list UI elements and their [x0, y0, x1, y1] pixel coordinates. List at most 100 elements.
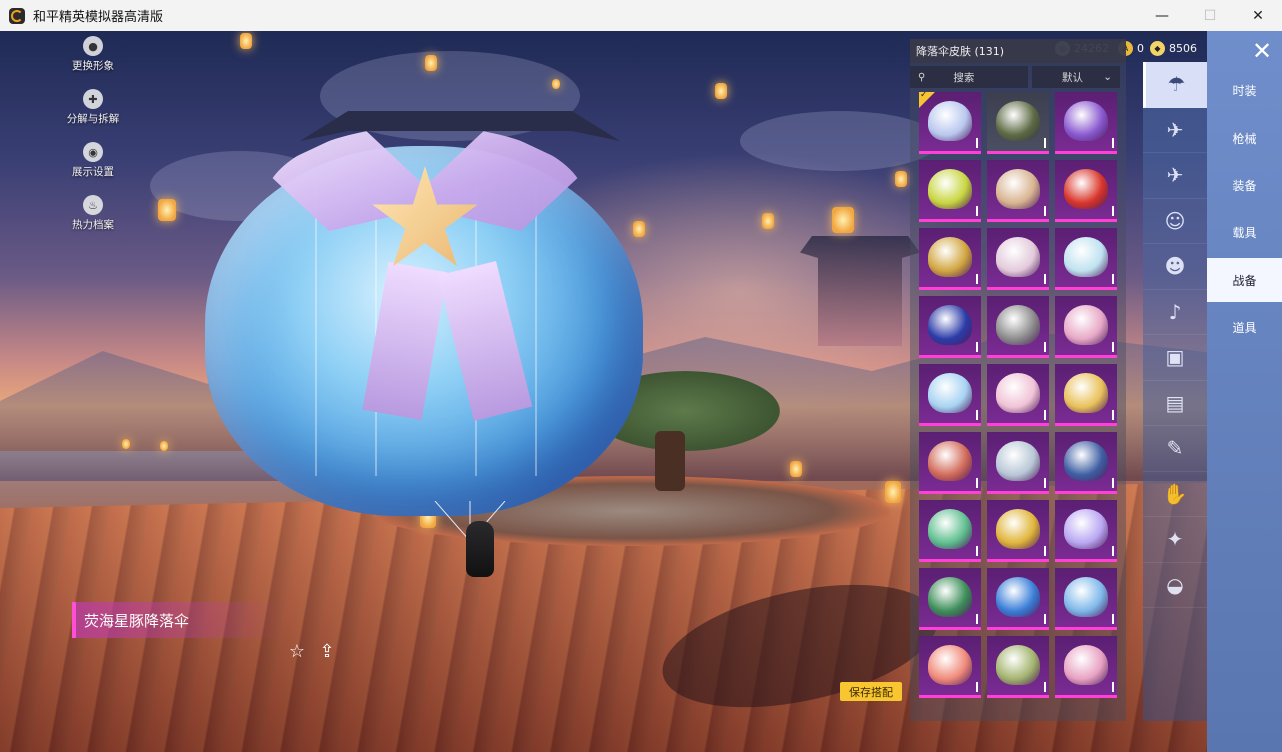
- skin-tile[interactable]: [1055, 568, 1117, 630]
- skin-tile[interactable]: [919, 432, 981, 494]
- skin-tile[interactable]: [987, 228, 1049, 290]
- search-input[interactable]: ⚲ 搜索: [910, 66, 1028, 88]
- close-icon[interactable]: ✕: [1247, 37, 1277, 65]
- tab-vehicles[interactable]: 载具: [1207, 210, 1282, 254]
- save-outfit-button[interactable]: 保存搭配: [840, 682, 902, 701]
- parachute-thumbnail: [1064, 645, 1108, 685]
- sky-lantern: [552, 79, 560, 89]
- skin-tile[interactable]: [987, 568, 1049, 630]
- picture-icon[interactable]: ▤: [1143, 381, 1207, 426]
- parachute-thumbnail: [996, 373, 1040, 413]
- skin-tile[interactable]: [1055, 92, 1117, 154]
- skin-tile[interactable]: [1055, 228, 1117, 290]
- window-controls: — ☐ ✕: [1138, 0, 1282, 31]
- skin-tile[interactable]: [919, 364, 981, 426]
- left-menu-label: 分解与拆解: [66, 113, 120, 125]
- tab-fashion[interactable]: 时装: [1207, 68, 1282, 112]
- parachute-thumbnail: [1064, 509, 1108, 549]
- minimize-button[interactable]: —: [1138, 0, 1186, 31]
- skin-tile[interactable]: [1055, 432, 1117, 494]
- eye-icon: ◉: [83, 142, 103, 162]
- maximize-button[interactable]: ☐: [1186, 0, 1234, 31]
- parachute-thumbnail: [996, 237, 1040, 277]
- tile-marker: [1044, 614, 1046, 624]
- parachute-thumbnail: [928, 305, 972, 345]
- spray-icon[interactable]: ✎: [1143, 426, 1207, 472]
- sky-lantern: [832, 207, 854, 233]
- skin-tile[interactable]: [987, 636, 1049, 698]
- currency-value: 8506: [1169, 42, 1197, 55]
- skin-tile[interactable]: [1055, 296, 1117, 358]
- skin-grid: [919, 92, 1119, 721]
- skin-tile[interactable]: [919, 228, 981, 290]
- parachute-icon[interactable]: ☂: [1143, 62, 1207, 108]
- plane-icon[interactable]: ✈: [1143, 153, 1207, 199]
- window-title: 和平精英模拟器高清版: [33, 10, 164, 25]
- parachute-thumbnail: [1064, 305, 1108, 345]
- skin-tile[interactable]: [987, 92, 1049, 154]
- hand-gesture-icon[interactable]: ✋: [1143, 472, 1207, 517]
- sky-lantern: [158, 199, 176, 221]
- skin-tile[interactable]: [919, 568, 981, 630]
- close-window-button[interactable]: ✕: [1234, 0, 1282, 31]
- parachute-thumbnail: [928, 101, 972, 141]
- parachute-model[interactable]: [205, 126, 643, 526]
- flame-icon: ♨: [83, 195, 103, 215]
- parachute-thumbnail: [1064, 237, 1108, 277]
- tile-marker: [1112, 410, 1114, 420]
- glider-icon[interactable]: ✈: [1143, 108, 1207, 153]
- deck-lantern: [790, 461, 802, 477]
- skin-tile[interactable]: [919, 296, 981, 358]
- parachute-thumbnail: [996, 509, 1040, 549]
- skin-tile[interactable]: [1055, 160, 1117, 222]
- skin-tile[interactable]: [919, 92, 981, 154]
- skin-tile[interactable]: [987, 160, 1049, 222]
- skin-tile[interactable]: [1055, 500, 1117, 562]
- left-menu-item-change-look[interactable]: ● 更换形象: [58, 36, 128, 89]
- emote-face-icon[interactable]: ☺: [1143, 199, 1207, 244]
- tab-equipment[interactable]: 装备: [1207, 163, 1282, 207]
- favorite-star-icon[interactable]: ☆: [286, 640, 308, 662]
- skin-tile[interactable]: [987, 500, 1049, 562]
- tile-marker: [1044, 410, 1046, 420]
- tile-marker: [976, 546, 978, 556]
- currency-gold: ◆ 8506: [1150, 41, 1197, 56]
- speaker-icon[interactable]: ♪: [1143, 290, 1207, 335]
- tile-marker: [1044, 206, 1046, 216]
- left-menu-item-decompose[interactable]: ✚ 分解与拆解: [58, 89, 128, 142]
- sparkle-wand-icon[interactable]: ✦: [1143, 517, 1207, 563]
- sort-dropdown[interactable]: 默认 ⌄: [1032, 66, 1120, 88]
- skin-tile[interactable]: [919, 500, 981, 562]
- tile-marker: [1112, 342, 1114, 352]
- skin-tile[interactable]: [919, 160, 981, 222]
- robot-pet-icon[interactable]: ☻: [1143, 244, 1207, 290]
- app-logo-icon: [9, 7, 25, 24]
- skin-tile[interactable]: [987, 296, 1049, 358]
- share-icon[interactable]: ⇪: [316, 640, 338, 662]
- sticker-icon[interactable]: ▣: [1143, 335, 1207, 381]
- tile-marker: [976, 614, 978, 624]
- gold-coin-icon: ◆: [1150, 41, 1165, 56]
- window-titlebar: 和平精英模拟器高清版 — ☐ ✕: [0, 0, 1282, 31]
- ufo-icon[interactable]: ◒: [1143, 563, 1207, 608]
- sky-lantern: [895, 171, 907, 187]
- search-icon: ⚲: [918, 71, 926, 83]
- left-menu-item-display-settings[interactable]: ◉ 展示设置: [58, 142, 128, 195]
- left-menu-item-heat-archive[interactable]: ♨ 热力档案: [58, 195, 128, 248]
- tab-firearms[interactable]: 枪械: [1207, 116, 1282, 160]
- tile-marker: [1112, 274, 1114, 284]
- skin-tile[interactable]: [987, 432, 1049, 494]
- tile-marker: [1112, 614, 1114, 624]
- skin-tile[interactable]: [919, 636, 981, 698]
- tile-marker: [1044, 478, 1046, 488]
- parachute-thumbnail: [996, 645, 1040, 685]
- tab-combat-gear[interactable]: 战备: [1207, 258, 1282, 302]
- tile-marker: [976, 274, 978, 284]
- tab-items[interactable]: 道具: [1207, 305, 1282, 349]
- skin-tile[interactable]: [1055, 636, 1117, 698]
- skin-tile[interactable]: [1055, 364, 1117, 426]
- currency-value: 0: [1137, 42, 1144, 55]
- tile-marker: [1044, 274, 1046, 284]
- left-menu-label: 更换形象: [72, 60, 114, 72]
- skin-tile[interactable]: [987, 364, 1049, 426]
